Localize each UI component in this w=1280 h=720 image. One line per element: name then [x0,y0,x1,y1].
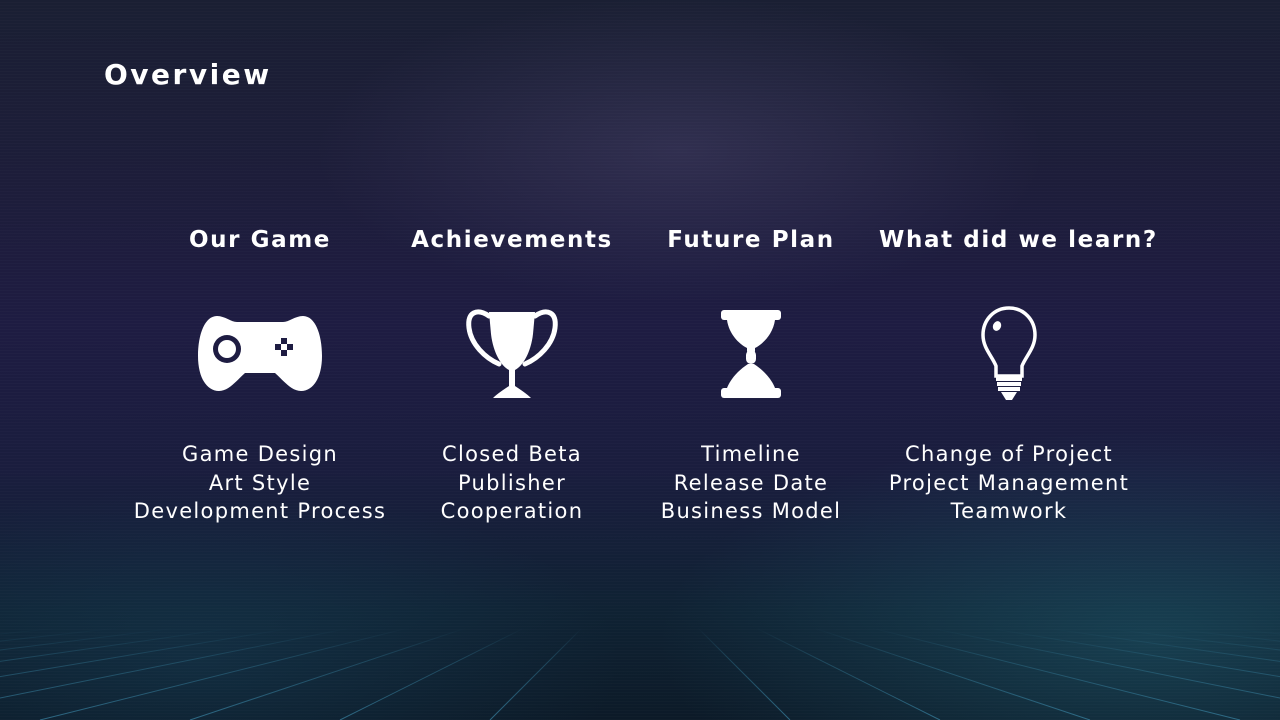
list-item: Teamwork [950,499,1068,523]
list-item: Change of Project [905,442,1113,466]
list-item: Game Design [182,442,338,466]
column-heading: Achievements [411,227,613,253]
list-item: Cooperation [440,499,584,523]
overview-column-future-plan: Future Plan Timeline Release Date Busine… [621,222,881,526]
column-items: Game Design Art Style Development Proces… [130,440,390,526]
list-item: Release Date [673,470,829,495]
list-item: Project Management [888,470,1130,495]
overview-column-achievements: Achievements Closed Beta Publisher Coope… [382,222,642,526]
column-items: Change of Project Project Management Tea… [879,440,1139,526]
gamepad-icon [198,316,322,391]
column-heading: Our Game [188,227,332,253]
lightbulb-icon [981,306,1037,400]
grid-floor [0,627,1280,720]
column-heading: What did we learn? [879,227,1158,253]
list-item: Closed Beta [442,442,582,466]
trophy-icon [466,309,558,398]
column-heading: Future Plan [667,227,835,253]
list-item: Timeline [701,442,801,466]
list-item: Art Style [208,470,312,495]
list-item: Development Process [133,499,387,523]
list-item: Publisher [457,470,567,495]
column-items: Closed Beta Publisher Cooperation [382,440,642,526]
column-items: Timeline Release Date Business Model [621,440,881,526]
slide: Overview Our Game Game Design Art Style … [0,0,1280,720]
page-title: Overview [104,58,272,91]
overview-column-our-game: Our Game Game Design Art Style Developme… [130,222,390,526]
list-item: Business Model [660,499,842,523]
overview-column-what-did-we-learn: What did we learn? Change of Project Pro… [879,222,1158,526]
hourglass-icon [721,310,781,398]
